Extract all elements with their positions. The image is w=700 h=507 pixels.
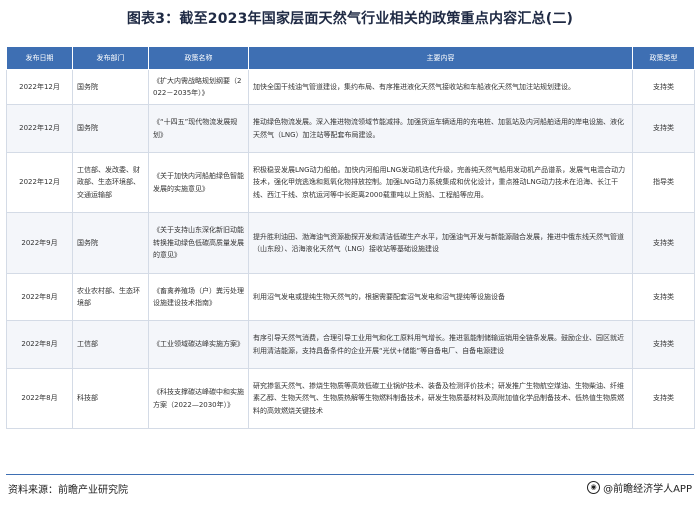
eye-logo-icon: ◉ [587,481,601,494]
cell-type: 支持类 [632,69,695,105]
page: 前瞻产业研究院 前瞻产业研究院 前瞻产业研究院 图表3：截至2023年国家层面天… [0,0,700,507]
cell-dept: 工信部、发改委、财政部、生态环境部、交通运输部 [72,152,149,213]
cell-content: 推动绿色物流发展。深入推进物流领域节能减排。加强货运车辆适用的充电桩、加氢站及内… [248,104,633,153]
cell-type: 支持类 [632,368,695,429]
table-row: 2022年12月 国务院 《“十四五”现代物流发展规划》 推动绿色物流发展。深入… [6,104,695,153]
table-row: 2022年8月 农业农村部、生态环境部 《畜禽养殖场（户）粪污处理设施建设技术指… [6,273,695,321]
policy-table: 发布日期 发布部门 政策名称 主要内容 政策类型 2022年12月 国务院 《扩… [6,46,695,429]
brand-credit: ◉ @前瞻经济学人APP [587,480,692,495]
cell-dept: 科技部 [72,368,149,429]
table-row: 2022年12月 工信部、发改委、财政部、生态环境部、交通运输部 《关于加快内河… [6,152,695,213]
cell-content: 有序引导天然气消费，合理引导工业用气和化工原料用气增长。推进氢能制储输运销用全链… [248,320,633,369]
cell-content: 研究掺氢天然气、掺烧生物质等高效低碳工业锅炉技术、装备及检测评价技术；研发推广生… [248,368,633,429]
cell-content: 利用沼气发电或提纯生物天然气的，根据需要配套沼气发电和沼气提纯等设施设备 [248,273,633,321]
cell-policy: 《畜禽养殖场（户）粪污处理设施建设技术指南》 [148,273,249,321]
cell-dept: 国务院 [72,69,149,105]
cell-policy: 《关于加快内河船舶绿色智能发展的实施意见》 [148,152,249,213]
table-row: 2022年9月 国务院 《关于支持山东深化新旧动能转换推动绿色低碳高质量发展的意… [6,212,695,274]
table-row: 2022年12月 国务院 《扩大内需战略规划纲要（2022－2035年）》 加快… [6,69,695,105]
table-row: 2022年8月 工信部 《工业领域碳达峰实施方案》 有序引导天然气消费，合理引导… [6,320,695,369]
header-date: 发布日期 [6,46,73,70]
cell-dept: 工信部 [72,320,149,369]
cell-type: 支持类 [632,104,695,153]
cell-policy: 《科技支撑碳达峰碳中和实施方案（2022—2030年）》 [148,368,249,429]
cell-content: 提升胜利油田、渤海油气资源勘探开发和清洁低碳生产水平，加强油气开发与新能源融合发… [248,212,633,274]
cell-policy: 《“十四五”现代物流发展规划》 [148,104,249,153]
header-dept: 发布部门 [72,46,149,70]
table-header-row: 发布日期 发布部门 政策名称 主要内容 政策类型 [6,46,695,70]
brand-text: @前瞻经济学人APP [603,484,692,495]
source-note: 资料来源：前瞻产业研究院 [8,485,128,496]
cell-date: 2022年12月 [6,104,73,153]
cell-policy: 《工业领域碳达峰实施方案》 [148,320,249,369]
cell-type: 支持类 [632,273,695,321]
cell-dept: 国务院 [72,212,149,274]
cell-content: 积极稳妥发展LNG动力船舶。加快内河船用LNG发动机迭代升级，完善纯天然气船用发… [248,152,633,213]
cell-content: 加快全国干线油气管道建设，集约布局、有序推进液化天然气接收站和车船液化天然气加注… [248,69,633,105]
header-policy: 政策名称 [148,46,249,70]
footer-divider [6,474,694,475]
cell-dept: 农业农村部、生态环境部 [72,273,149,321]
cell-date: 2022年12月 [6,152,73,213]
cell-date: 2022年8月 [6,368,73,429]
cell-policy: 《关于支持山东深化新旧动能转换推动绿色低碳高质量发展的意见》 [148,212,249,274]
cell-type: 支持类 [632,320,695,369]
cell-type: 指导类 [632,152,695,213]
cell-type: 支持类 [632,212,695,274]
cell-date: 2022年12月 [6,69,73,105]
header-type: 政策类型 [632,46,695,70]
cell-date: 2022年8月 [6,320,73,369]
cell-date: 2022年9月 [6,212,73,274]
header-content: 主要内容 [248,46,633,70]
table-row: 2022年8月 科技部 《科技支撑碳达峰碳中和实施方案（2022—2030年）》… [6,368,695,429]
cell-date: 2022年8月 [6,273,73,321]
cell-dept: 国务院 [72,104,149,153]
cell-policy: 《扩大内需战略规划纲要（2022－2035年）》 [148,69,249,105]
page-title: 图表3：截至2023年国家层面天然气行业相关的政策重点内容汇总(二) [126,11,574,27]
